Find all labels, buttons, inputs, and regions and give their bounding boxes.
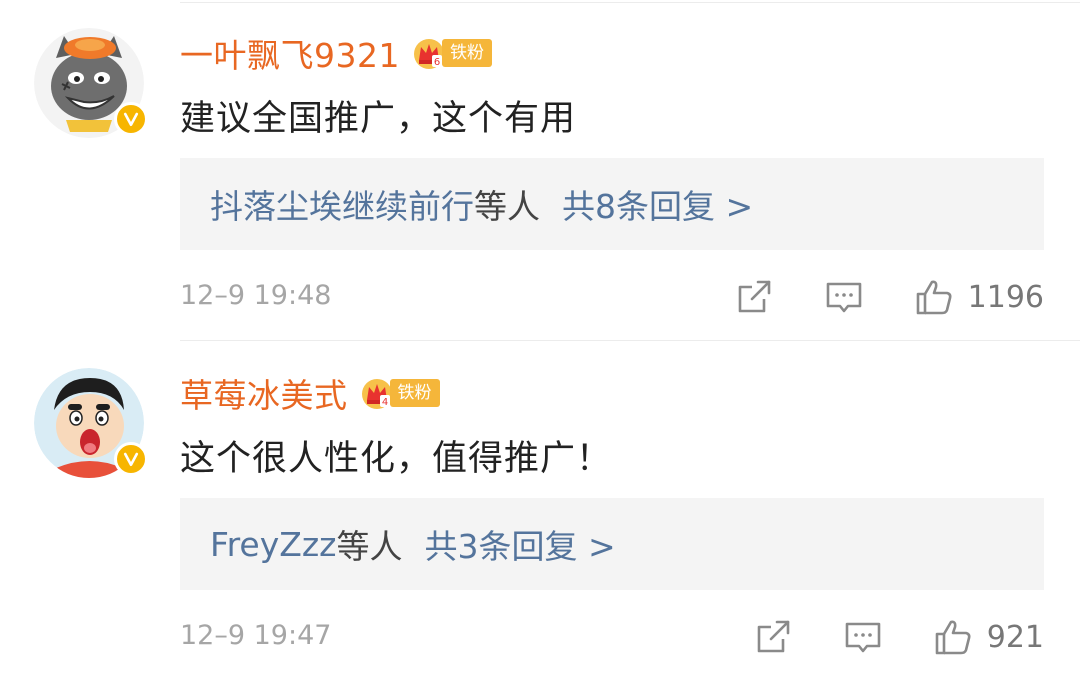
action-bar: 921 [753, 612, 1044, 662]
action-bar: 1196 [734, 272, 1044, 322]
verified-badge-icon [114, 102, 148, 136]
comment-item: 一叶飘飞9321 6 铁粉 建议全国推广，这个有用 抖落尘埃继续前行 等人 共8… [0, 0, 1080, 340]
meta-row: 12–9 19:47 921 [180, 612, 1044, 662]
fan-badge-label: 铁粉 [441, 39, 492, 67]
svg-text:4: 4 [381, 397, 387, 408]
comment-icon[interactable] [843, 617, 883, 657]
reply-etc-label: 等人 [336, 527, 403, 566]
username[interactable]: 一叶飘飞9321 [180, 29, 400, 77]
reply-summary[interactable]: FreyZzz 等人 共3条回复 > [180, 498, 1044, 590]
avatar[interactable] [34, 368, 148, 478]
fan-badge-label: 铁粉 [389, 379, 440, 407]
verified-badge-icon [114, 442, 148, 476]
svg-text:6: 6 [434, 57, 440, 68]
share-icon[interactable] [753, 617, 793, 657]
reply-count-link[interactable]: 共8条回复 > [562, 180, 753, 228]
comment-icon[interactable] [824, 277, 864, 317]
timestamp: 12–9 19:47 [180, 620, 332, 651]
reply-etc-label: 等人 [474, 187, 540, 226]
like-count: 921 [986, 619, 1044, 655]
reply-count-link[interactable]: 共3条回复 > [425, 520, 616, 568]
reply-summary[interactable]: 抖落尘埃继续前行 等人 共8条回复 > [180, 158, 1044, 250]
timestamp: 12–9 19:48 [180, 280, 332, 311]
name-row: 草莓冰美式 4 铁粉 [180, 368, 440, 418]
reply-users-link[interactable]: FreyZzz [210, 525, 337, 564]
thumbs-up-icon[interactable] [914, 277, 954, 317]
thumbs-up-icon[interactable] [933, 617, 973, 657]
crown-icon: 6 [413, 39, 444, 69]
avatar[interactable] [34, 28, 148, 138]
username[interactable]: 草莓冰美式 [180, 369, 348, 417]
comment-text: 这个很人性化，值得推广！ [180, 439, 613, 479]
reply-users-link[interactable]: 抖落尘埃继续前行 [210, 180, 474, 228]
comment-text: 建议全国推广，这个有用 [180, 99, 577, 139]
crown-icon: 4 [361, 379, 392, 409]
comment-item: 草莓冰美式 4 铁粉 这个很人性化，值得推广！ FreyZzz 等人 共3条回复… [0, 340, 1080, 688]
fan-badge[interactable]: 6 铁粉 [412, 35, 492, 71]
name-row: 一叶飘飞9321 6 铁粉 [180, 28, 492, 78]
fan-badge[interactable]: 4 铁粉 [360, 375, 440, 411]
meta-row: 12–9 19:48 1196 [180, 272, 1044, 322]
share-icon[interactable] [734, 277, 774, 317]
like-count: 1196 [967, 279, 1044, 315]
